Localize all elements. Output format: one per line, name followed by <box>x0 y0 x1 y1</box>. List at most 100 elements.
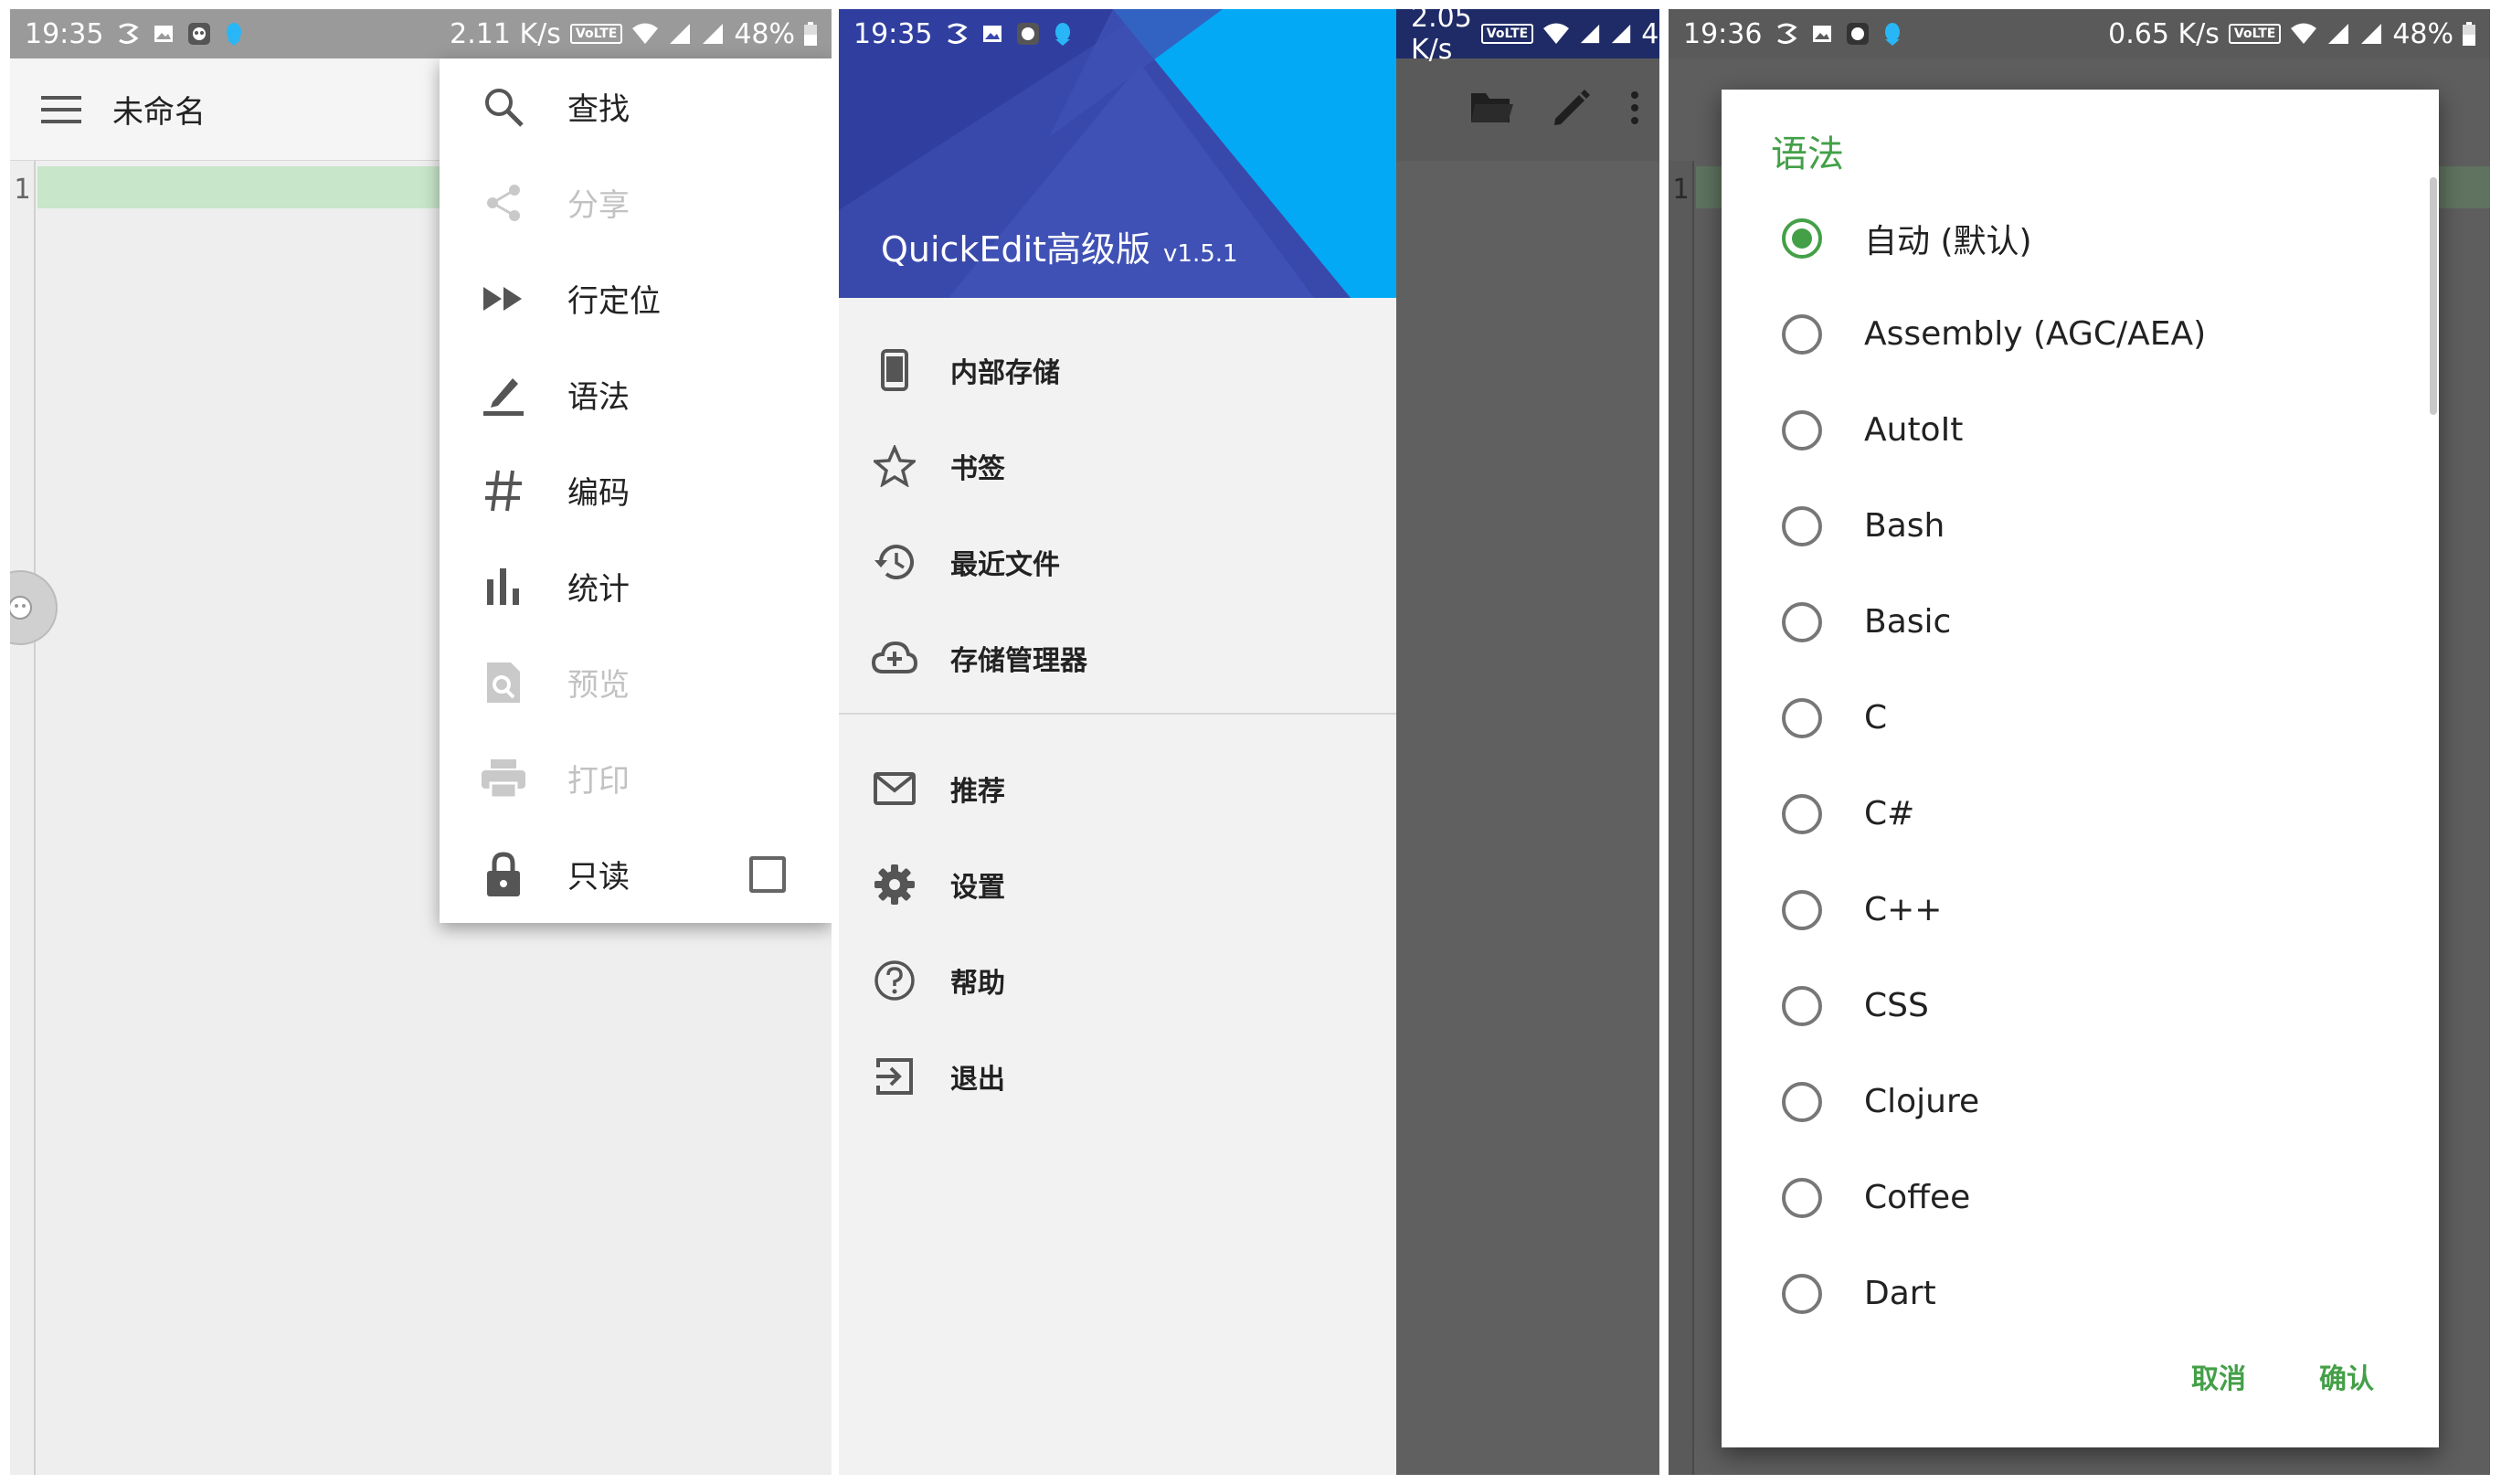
option-label: C++ <box>1864 891 1943 928</box>
cloud-add-icon <box>839 641 950 675</box>
signal-icon-2 <box>701 22 725 46</box>
menu-item-stats[interactable]: 统计 <box>440 538 832 634</box>
fast-forward-icon <box>440 285 567 313</box>
option-label: 自动 (默认) <box>1864 222 2032 260</box>
network-speed: 2.11 K/s <box>450 17 561 50</box>
signal-icon-2 <box>1610 23 1632 45</box>
pencil-icon <box>1552 88 1592 132</box>
confirm-button[interactable]: 确认 <box>2319 1356 2374 1396</box>
menu-item-goto-line[interactable]: 行定位 <box>440 250 832 346</box>
drawer-item-label: 退出 <box>950 1063 1005 1096</box>
syntax-option[interactable]: Clojure <box>1722 1054 2439 1150</box>
cancel-button[interactable]: 取消 <box>2191 1356 2246 1396</box>
bug-notification-icon <box>1846 22 1870 46</box>
qq-notification-icon <box>1882 21 1902 47</box>
mail-icon <box>839 771 950 805</box>
search-icon <box>440 85 567 129</box>
radio-button[interactable] <box>1782 985 1822 1026</box>
menu-label: 预览 <box>567 667 630 704</box>
menu-item-syntax[interactable]: 语法 <box>440 346 832 442</box>
line-gutter: 1 <box>10 161 36 1475</box>
drawer-item-label: 书签 <box>950 452 1005 485</box>
radio-button[interactable] <box>1782 1177 1822 1218</box>
star-icon <box>839 444 950 487</box>
radio-button-selected[interactable] <box>1782 217 1822 259</box>
hamburger-icon[interactable] <box>10 58 112 161</box>
phone-icon <box>839 348 950 391</box>
volte-badge: VoLTE <box>569 24 623 44</box>
app-notification-icon <box>945 22 969 46</box>
menu-item-print[interactable]: 打印 <box>440 730 832 826</box>
drawer-item-label: 推荐 <box>950 775 1005 808</box>
option-label: Basic <box>1864 603 1952 641</box>
syntax-option[interactable]: Bash <box>1722 478 2439 574</box>
drawer-item-bookmarks[interactable]: 书签 <box>839 418 1396 514</box>
radio-button[interactable] <box>1782 1081 1822 1122</box>
radio-button[interactable] <box>1782 409 1822 450</box>
drawer-item-label: 最近文件 <box>950 548 1060 581</box>
syntax-option[interactable]: Assembly (AGC/AEA) <box>1722 286 2439 382</box>
option-label: Clojure <box>1864 1083 1980 1120</box>
menu-item-share[interactable]: 分享 <box>440 154 832 250</box>
dialog-title: 语法 <box>1771 133 1844 175</box>
drawer-item-label: 存储管理器 <box>950 644 1087 677</box>
option-label: Dart <box>1864 1275 1936 1312</box>
status-time: 19:35 <box>25 17 104 50</box>
readonly-checkbox[interactable] <box>749 855 786 893</box>
radio-button[interactable] <box>1782 697 1822 738</box>
battery-percent: 48% <box>1641 17 1659 50</box>
print-icon <box>440 758 567 800</box>
drawer-scrim[interactable] <box>1396 58 1659 1475</box>
drawer-item-help[interactable]: 帮助 <box>839 932 1396 1028</box>
pen-underline-icon <box>440 373 567 417</box>
menu-item-readonly[interactable]: 只读 <box>440 826 832 922</box>
drawer-item-label: 内部存储 <box>950 356 1060 389</box>
drawer-item-exit[interactable]: 退出 <box>839 1028 1396 1124</box>
radio-button[interactable] <box>1782 1273 1822 1314</box>
radio-button[interactable] <box>1782 793 1822 834</box>
menu-item-preview[interactable]: 预览 <box>440 634 832 730</box>
drawer-item-storage-manager[interactable]: 存储管理器 <box>839 610 1396 705</box>
signal-icon <box>668 22 692 46</box>
wifi-icon <box>2290 22 2317 46</box>
qq-notification-icon <box>1053 21 1073 47</box>
syntax-option[interactable]: C <box>1722 670 2439 766</box>
menu-item-encoding[interactable]: 编码 <box>440 442 832 538</box>
drawer-item-settings[interactable]: 设置 <box>839 836 1396 932</box>
drawer-item-recent-files[interactable]: 最近文件 <box>839 514 1396 610</box>
syntax-option[interactable]: C++ <box>1722 862 2439 958</box>
syntax-option[interactable]: C# <box>1722 766 2439 862</box>
syntax-option[interactable]: Dart <box>1722 1246 2439 1341</box>
drawer-item-internal-storage[interactable]: 内部存储 <box>839 322 1396 418</box>
network-speed: 2.05 K/s <box>1411 9 1472 66</box>
app-notification-icon <box>116 22 140 46</box>
status-bar-right: 2.05 K/s VoLTE 48% <box>1396 9 1659 66</box>
file-title: 未命名 <box>112 94 206 131</box>
radio-button[interactable] <box>1782 505 1822 546</box>
syntax-option[interactable]: CSS <box>1722 958 2439 1054</box>
radio-button[interactable] <box>1782 313 1822 355</box>
wifi-icon <box>631 22 659 46</box>
network-speed: 0.65 K/s <box>2108 17 2220 50</box>
radio-button[interactable] <box>1782 601 1822 642</box>
syntax-option[interactable]: AutoIt <box>1722 382 2439 478</box>
option-label: AutoIt <box>1864 411 1964 449</box>
syntax-option[interactable]: Basic <box>1722 574 2439 670</box>
menu-item-find[interactable]: 查找 <box>440 58 832 154</box>
menu-label: 行定位 <box>567 283 661 320</box>
more-vert-icon <box>1628 90 1641 130</box>
volte-badge: VoLTE <box>2228 24 2282 44</box>
signal-icon <box>1579 23 1601 45</box>
syntax-option[interactable]: 自动 (默认) <box>1722 190 2439 286</box>
radio-button[interactable] <box>1782 889 1822 930</box>
drawer-item-label: 帮助 <box>950 967 1005 1000</box>
drawer-item-recommend[interactable]: 推荐 <box>839 740 1396 836</box>
status-bar: 19:36 0.65 K/s VoLTE 48% <box>1669 9 2490 58</box>
battery-icon <box>2463 22 2475 46</box>
image-notification-icon <box>153 23 175 45</box>
panel-drawer: 19:35 QuickEdit高级版 v1.5.1 内部存储 书签 最近文件 存… <box>839 9 1659 1475</box>
drawer-header: 19:35 QuickEdit高级版 v1.5.1 <box>839 9 1396 298</box>
syntax-option[interactable]: Coffee <box>1722 1150 2439 1246</box>
option-label: Coffee <box>1864 1179 1971 1216</box>
menu-label: 分享 <box>567 187 630 224</box>
